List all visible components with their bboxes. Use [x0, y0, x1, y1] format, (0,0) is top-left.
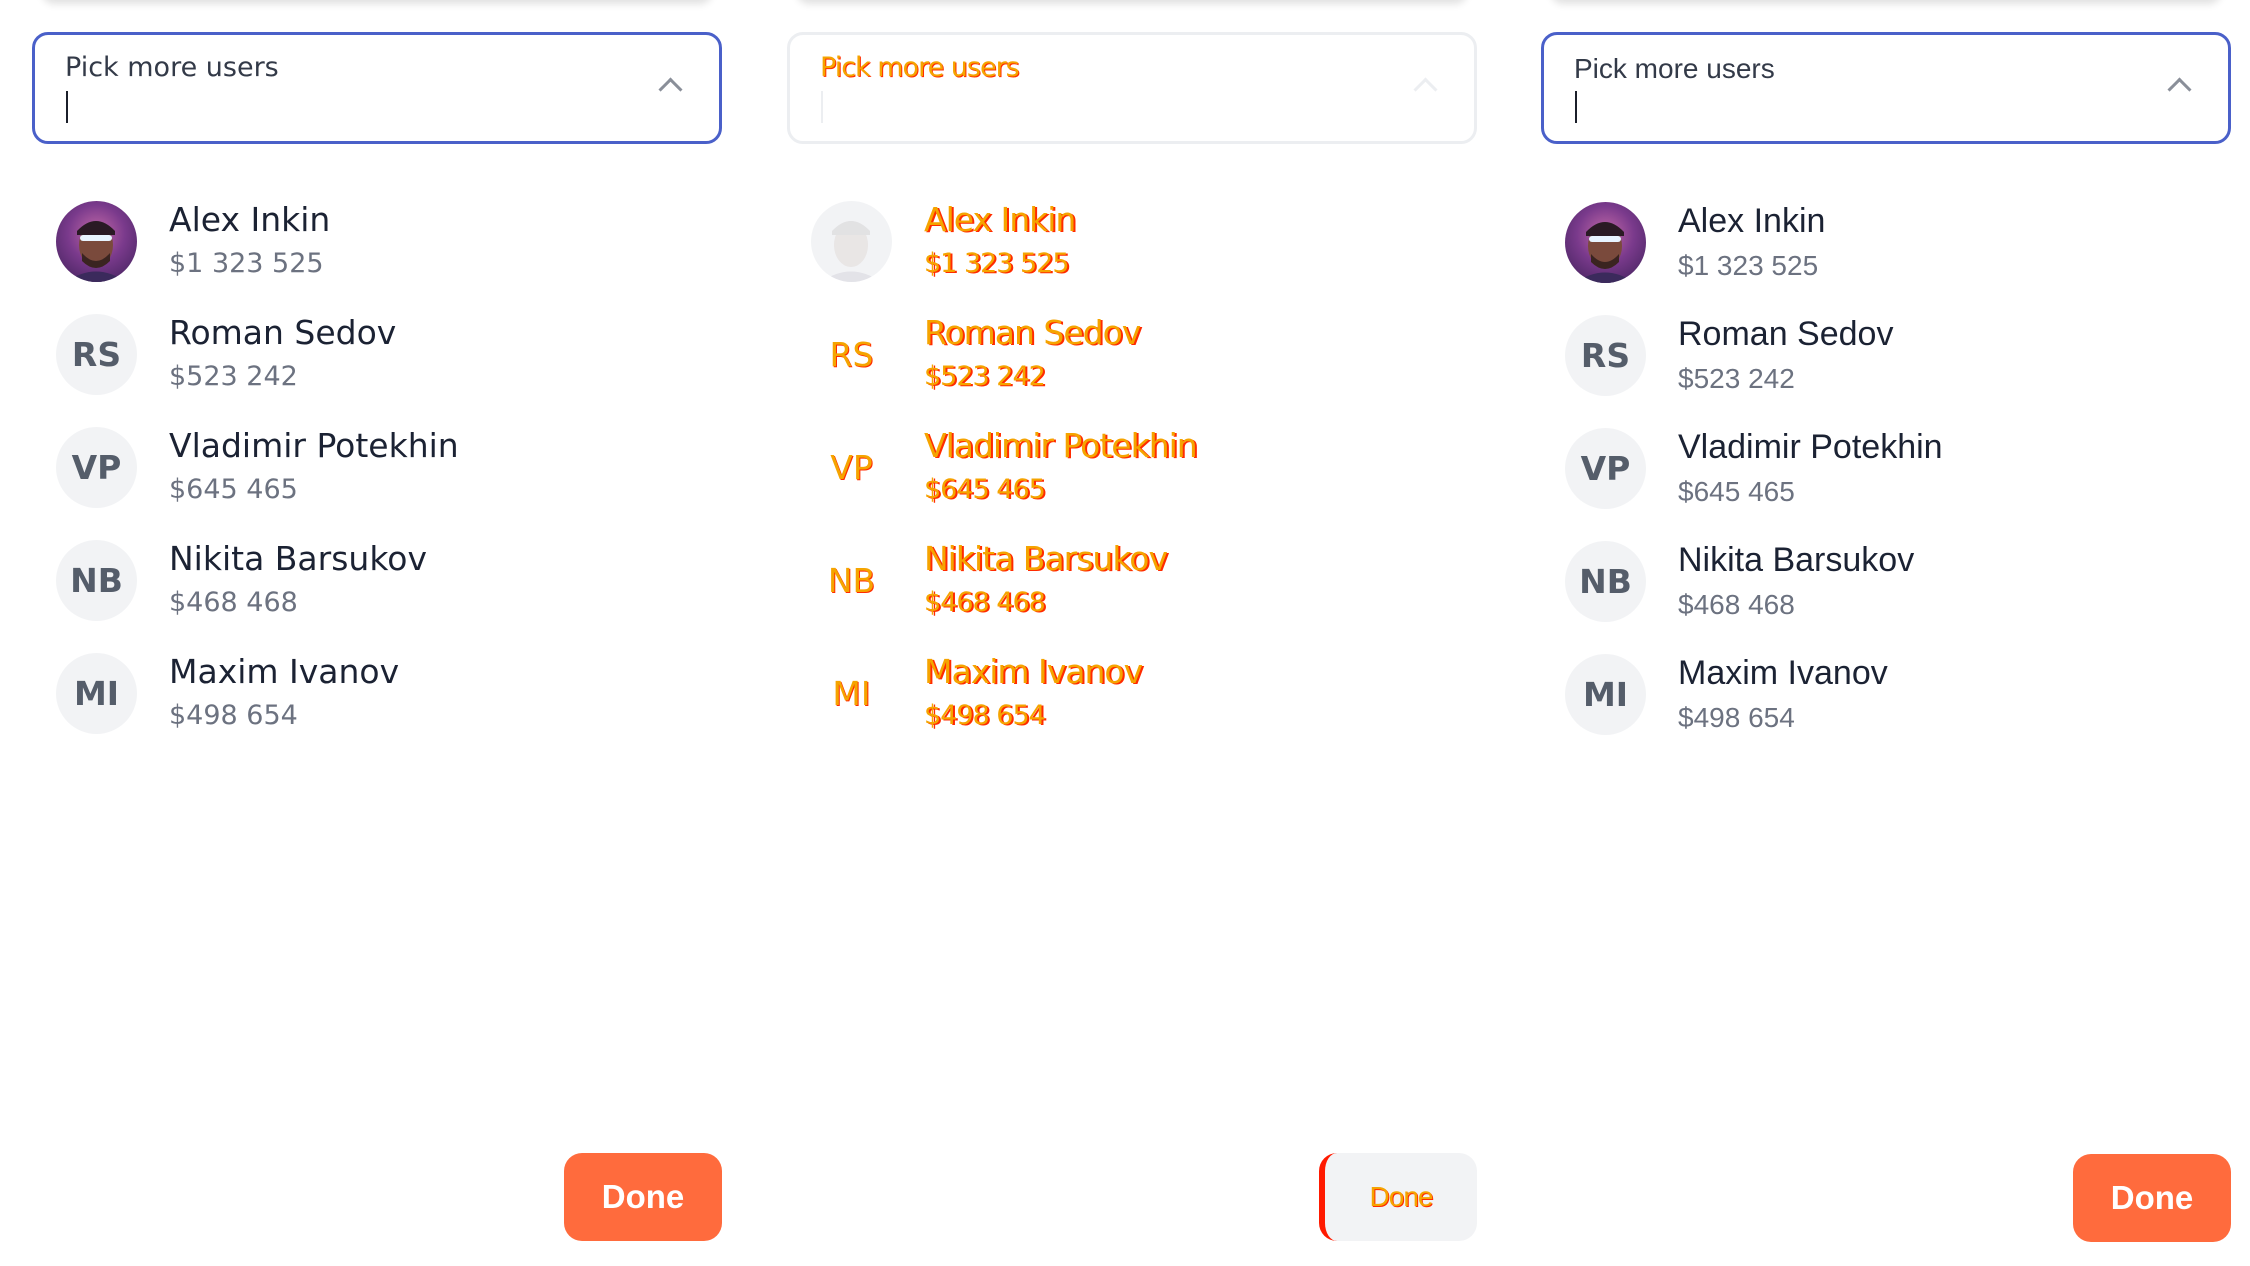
done-button[interactable]: Done — [1319, 1153, 1477, 1241]
combobox-label: Pick more users — [1574, 53, 1775, 84]
avatar: VP — [56, 427, 137, 508]
user-amount: $1 323 525 — [924, 248, 1070, 279]
pick-users-combobox[interactable]: Pick more users — [32, 32, 722, 144]
avatar: NB — [56, 540, 137, 621]
user-option-vladimir-potekhin[interactable]: VP Vladimir Potekhin $645 465 — [32, 422, 722, 535]
user-amount: $498 654 — [1678, 702, 1795, 733]
user-option-nikita-barsukov[interactable]: NB Nikita Barsukov $468 468 — [1541, 536, 2231, 649]
user-name: Alex Inkin — [169, 200, 331, 239]
user-name: Nikita Barsukov — [1678, 541, 1915, 579]
user-option-maxim-ivanov[interactable]: MI Maxim Ivanov $498 654 — [32, 648, 722, 761]
user-name: Nikita Barsukov — [169, 539, 427, 578]
avatar: NB — [1565, 541, 1646, 622]
done-button[interactable]: Done — [564, 1153, 722, 1241]
user-photo-icon — [66, 221, 126, 282]
avatar: RS — [1565, 315, 1646, 396]
avatar: RS — [56, 314, 137, 395]
user-option-maxim-ivanov[interactable]: MI Maxim Ivanov $498 654 — [1541, 649, 2231, 762]
avatar: MI — [56, 653, 137, 734]
avatar — [56, 201, 137, 282]
user-name: Alex Inkin — [924, 200, 1076, 239]
user-name: Roman Sedov — [924, 313, 1141, 352]
avatar: MI — [1565, 654, 1646, 735]
chevron-up-icon[interactable] — [658, 77, 683, 102]
avatar: MI — [811, 653, 892, 734]
user-name: Nikita Barsukov — [924, 539, 1168, 578]
user-photo-icon — [1575, 222, 1635, 283]
user-photo-icon — [821, 221, 881, 282]
user-name: Vladimir Potekhin — [1678, 428, 1943, 466]
user-name: Vladimir Potekhin — [924, 426, 1198, 465]
user-picker-panel-3: Pick more users Alex Inkin $1 323 525 RS… — [1541, 0, 2231, 1266]
user-amount: $645 465 — [1678, 476, 1795, 507]
pick-users-combobox[interactable]: Pick more users — [1541, 32, 2231, 144]
user-picker-panel-2: Pick more users Alex Inkin $1 323 525 RS… — [787, 0, 1477, 1266]
user-amount: $645 465 — [924, 474, 1046, 505]
text-caret — [1575, 91, 1577, 123]
user-option-alex-inkin[interactable]: Alex Inkin $1 323 525 — [1541, 197, 2231, 310]
user-name: Maxim Ivanov — [1678, 654, 1888, 692]
chevron-up-icon[interactable] — [2167, 77, 2192, 102]
user-amount: $468 468 — [169, 587, 298, 618]
user-amount: $523 242 — [924, 361, 1046, 392]
user-amount: $523 242 — [1678, 363, 1795, 394]
user-option-vladimir-potekhin[interactable]: VP Vladimir Potekhin $645 465 — [1541, 423, 2231, 536]
user-name: Maxim Ivanov — [169, 652, 400, 691]
user-name: Vladimir Potekhin — [169, 426, 459, 465]
avatar: VP — [1565, 428, 1646, 509]
user-amount: $468 468 — [924, 587, 1046, 618]
user-option-alex-inkin[interactable]: Alex Inkin $1 323 525 — [787, 196, 1477, 309]
chevron-up-icon[interactable] — [1413, 77, 1438, 102]
avatar: VP — [811, 427, 892, 508]
user-option-nikita-barsukov[interactable]: NB Nikita Barsukov $468 468 — [787, 535, 1477, 648]
user-option-alex-inkin[interactable]: Alex Inkin $1 323 525 — [32, 196, 722, 309]
user-amount: $523 242 — [169, 361, 298, 392]
done-button[interactable]: Done — [2073, 1154, 2231, 1242]
user-amount: $645 465 — [169, 474, 298, 505]
user-option-roman-sedov[interactable]: RS Roman Sedov $523 242 — [32, 309, 722, 422]
avatar — [811, 201, 892, 282]
user-option-nikita-barsukov[interactable]: NB Nikita Barsukov $468 468 — [32, 535, 722, 648]
pick-users-combobox[interactable]: Pick more users — [787, 32, 1477, 144]
text-caret — [66, 91, 68, 123]
user-picker-panel-1: Pick more users Alex Inkin $1 323 525 RS… — [32, 0, 722, 1266]
combobox-label: Pick more users — [65, 52, 279, 83]
user-option-vladimir-potekhin[interactable]: VP Vladimir Potekhin $645 465 — [787, 422, 1477, 535]
user-list: Alex Inkin $1 323 525 RS Roman Sedov $52… — [1541, 196, 2231, 761]
user-amount: $468 468 — [1678, 589, 1795, 620]
user-amount: $498 654 — [924, 700, 1046, 731]
user-amount: $1 323 525 — [169, 248, 324, 279]
user-amount: $1 323 525 — [1678, 250, 1819, 281]
user-name: Alex Inkin — [1678, 202, 1826, 240]
user-option-maxim-ivanov[interactable]: MI Maxim Ivanov $498 654 — [787, 648, 1477, 761]
avatar — [1565, 202, 1646, 283]
user-list: Alex Inkin $1 323 525 RS Roman Sedov $52… — [32, 196, 722, 761]
combobox-label: Pick more users — [820, 52, 1020, 83]
user-option-roman-sedov[interactable]: RS Roman Sedov $523 242 — [787, 309, 1477, 422]
user-name: Roman Sedov — [1678, 315, 1894, 353]
avatar: NB — [811, 540, 892, 621]
user-list: Alex Inkin $1 323 525 RS Roman Sedov $52… — [787, 196, 1477, 761]
avatar: RS — [811, 314, 892, 395]
user-name: Maxim Ivanov — [924, 652, 1143, 691]
user-name: Roman Sedov — [169, 313, 397, 352]
user-option-roman-sedov[interactable]: RS Roman Sedov $523 242 — [1541, 310, 2231, 423]
text-caret — [821, 91, 823, 123]
user-amount: $498 654 — [169, 700, 298, 731]
